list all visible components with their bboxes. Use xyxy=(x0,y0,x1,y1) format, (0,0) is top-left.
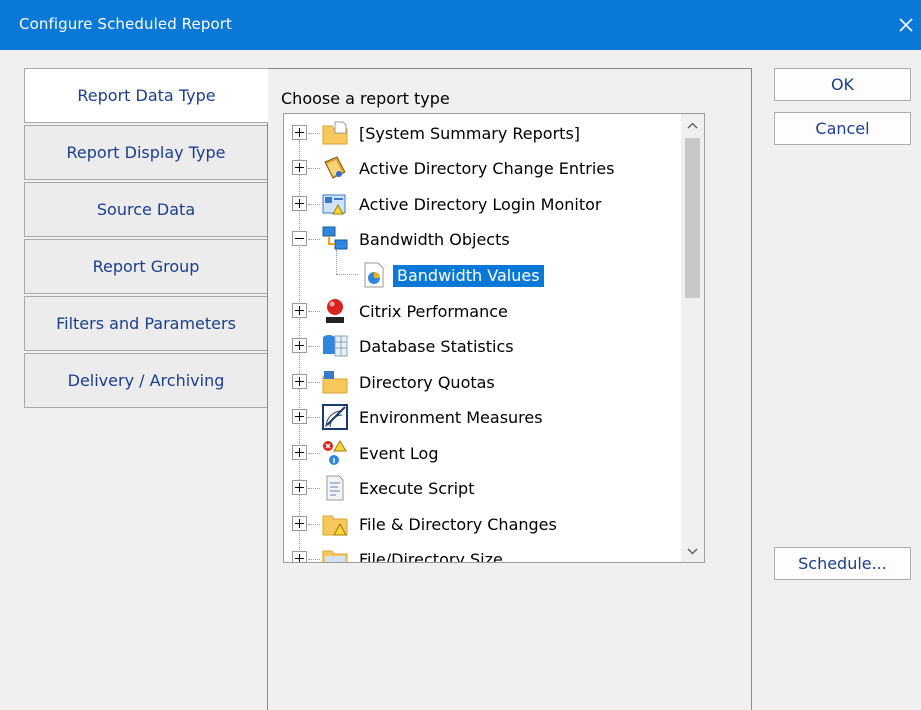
tab-report-group[interactable]: Report Group xyxy=(24,239,268,294)
tree-connector xyxy=(308,346,320,347)
tree-item-label: Bandwidth Values xyxy=(393,265,544,287)
schedule-button-label: Schedule... xyxy=(798,554,887,573)
pie-chart-document-icon xyxy=(360,261,388,289)
tree-connector xyxy=(308,133,320,134)
tree-connector xyxy=(308,168,320,169)
expand-icon[interactable] xyxy=(292,374,307,389)
tree-item-bandwidth-values[interactable]: Bandwidth Values xyxy=(284,258,682,292)
tree-connector xyxy=(308,311,320,312)
tree-item-label: Execute Script xyxy=(359,479,475,498)
ok-button-label: OK xyxy=(830,75,855,94)
citrix-red-ball-icon xyxy=(321,297,349,325)
ok-button[interactable]: OK xyxy=(774,68,911,101)
panel-label: Choose a report type xyxy=(281,89,450,108)
tree-item-label: [System Summary Reports] xyxy=(359,124,581,143)
tree-item-label: File/Directory Size xyxy=(359,550,503,563)
tree-item-ad-change-entries[interactable]: Active Directory Change Entries xyxy=(284,151,682,185)
tree-item-ad-login-monitor[interactable]: Active Directory Login Monitor xyxy=(284,187,682,221)
tree-item-label: Active Directory Login Monitor xyxy=(359,195,602,214)
tree-connector xyxy=(308,524,320,525)
cancel-button[interactable]: Cancel xyxy=(774,112,911,145)
collapse-icon[interactable] xyxy=(292,231,307,246)
tree-item-directory-quotas[interactable]: Directory Quotas xyxy=(284,365,682,399)
tab-label: Source Data xyxy=(96,200,196,219)
expand-icon[interactable] xyxy=(292,516,307,531)
ad-change-book-icon xyxy=(321,154,349,182)
database-table-icon xyxy=(321,332,349,360)
tree-connector xyxy=(308,382,320,383)
tree-item-label: Database Statistics xyxy=(359,337,514,356)
tab-filters-and-parameters[interactable]: Filters and Parameters xyxy=(24,296,268,351)
folder-warning-icon xyxy=(321,510,349,538)
title-bar: Configure Scheduled Report xyxy=(0,0,921,50)
tab-label: Report Data Type xyxy=(77,86,216,105)
tree-connector xyxy=(308,453,320,454)
tree-connector xyxy=(308,559,320,560)
tab-report-data-type[interactable]: Report Data Type xyxy=(24,68,268,123)
network-computers-icon xyxy=(321,225,349,253)
schedule-button[interactable]: Schedule... xyxy=(774,547,911,580)
close-icon[interactable] xyxy=(893,10,919,40)
tree-item-label: Citrix Performance xyxy=(359,302,508,321)
tree-item-citrix-performance[interactable]: Citrix Performance xyxy=(284,294,682,328)
tab-report-display-type[interactable]: Report Display Type xyxy=(24,125,268,180)
expand-icon[interactable] xyxy=(292,196,307,211)
tree-item-event-log[interactable]: Event Log xyxy=(284,436,682,470)
tree-item-environment-measures[interactable]: Environment Measures xyxy=(284,400,682,434)
tree-item-label: Directory Quotas xyxy=(359,373,495,392)
tab-delivery-archiving[interactable]: Delivery / Archiving xyxy=(24,353,268,408)
expand-icon[interactable] xyxy=(292,338,307,353)
expand-icon[interactable] xyxy=(292,303,307,318)
scroll-thumb[interactable] xyxy=(685,138,700,298)
script-document-icon xyxy=(321,474,349,502)
tab-label: Filters and Parameters xyxy=(56,314,236,333)
scroll-up-arrow-icon[interactable] xyxy=(681,114,704,136)
report-type-tree[interactable]: [System Summary Reports] Active Director… xyxy=(283,113,705,563)
tree-connector xyxy=(308,239,320,240)
environment-gauge-icon xyxy=(321,403,349,431)
expand-icon[interactable] xyxy=(292,125,307,140)
tree-scrollbar[interactable] xyxy=(681,114,704,562)
tab-label: Delivery / Archiving xyxy=(67,371,225,390)
event-log-icon xyxy=(321,439,349,467)
expand-icon[interactable] xyxy=(292,160,307,175)
expand-icon[interactable] xyxy=(292,409,307,424)
tree-item-label: File & Directory Changes xyxy=(359,515,557,534)
tree-rows: [System Summary Reports] Active Director… xyxy=(284,114,682,563)
expand-icon[interactable] xyxy=(292,551,307,562)
window-title: Configure Scheduled Report xyxy=(19,15,233,33)
tree-item-label: Active Directory Change Entries xyxy=(359,159,615,178)
cancel-button-label: Cancel xyxy=(815,119,870,138)
tree-item-file-directory-changes[interactable]: File & Directory Changes xyxy=(284,507,682,541)
tree-item-label: Environment Measures xyxy=(359,408,543,427)
folder-chart-icon xyxy=(321,368,349,396)
tree-item-execute-script[interactable]: Execute Script xyxy=(284,471,682,505)
folder-size-icon xyxy=(321,545,349,562)
folder-icon xyxy=(321,119,349,147)
tree-item-label: Event Log xyxy=(359,444,439,463)
scroll-down-arrow-icon[interactable] xyxy=(681,540,704,562)
tab-label: Report Group xyxy=(92,257,200,276)
tree-item-file-directory-size[interactable]: File/Directory Size xyxy=(284,542,682,563)
tree-connector xyxy=(308,417,320,418)
tree-connector xyxy=(308,488,320,489)
tab-label: Report Display Type xyxy=(66,143,226,162)
tree-item-system-summary-reports[interactable]: [System Summary Reports] xyxy=(284,116,682,150)
tab-source-data[interactable]: Source Data xyxy=(24,182,268,237)
tree-item-label: Bandwidth Objects xyxy=(359,230,510,249)
tree-item-database-statistics[interactable]: Database Statistics xyxy=(284,329,682,363)
expand-icon[interactable] xyxy=(292,445,307,460)
tree-connector xyxy=(308,204,320,205)
tree-item-bandwidth-objects[interactable]: Bandwidth Objects xyxy=(284,222,682,256)
ad-login-monitor-icon xyxy=(321,190,349,218)
expand-icon[interactable] xyxy=(292,480,307,495)
